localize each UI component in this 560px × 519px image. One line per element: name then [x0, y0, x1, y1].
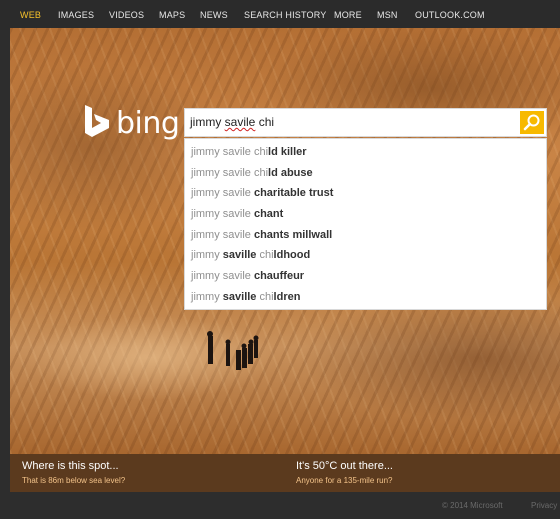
suggestion-completion: chants millwall: [253, 229, 333, 241]
hikers-group-image: [207, 331, 259, 370]
suggestion-item[interactable]: jimmy savile chants millwall: [191, 229, 332, 241]
nav-web[interactable]: WEB: [20, 10, 41, 20]
suggestion-completion: chauffeur: [253, 270, 305, 282]
nav-more[interactable]: MORE: [334, 10, 362, 20]
copyright-text: © 2014 Microsoft: [442, 501, 503, 510]
suggestion-typed: jimmy: [191, 291, 223, 303]
caption-right-link[interactable]: Anyone for a 135-mile run?: [296, 476, 393, 485]
search-button[interactable]: [520, 111, 544, 134]
hotspot-captions: Where is this spot... That is 86m below …: [10, 454, 560, 492]
suggestion-item[interactable]: jimmy savile child killer: [191, 146, 307, 158]
suggestion-item[interactable]: jimmy saville childhood: [191, 249, 310, 261]
suggestion-typed: jimmy savile chi: [191, 146, 269, 158]
footer: © 2014 Microsoft Privacy: [0, 492, 560, 519]
caption-left-title[interactable]: Where is this spot...: [22, 460, 119, 472]
suggestion-item[interactable]: jimmy savile chauffeur: [191, 270, 304, 282]
suggestion-typed: chi: [256, 291, 274, 303]
suggestion-completion: saville: [222, 291, 257, 303]
nav-videos[interactable]: VIDEOS: [109, 10, 144, 20]
caption-right-title[interactable]: It's 50°C out there...: [296, 460, 393, 472]
nav-msn[interactable]: MSN: [377, 10, 398, 20]
suggestion-completion: ld killer: [268, 146, 307, 158]
search-text-misspelled: savile: [224, 115, 256, 129]
suggestion-item[interactable]: jimmy savile chant: [191, 208, 283, 220]
suggestion-completion: chant: [253, 208, 284, 220]
autosuggest-list: jimmy savile child killer jimmy savile c…: [184, 138, 547, 310]
suggestion-item[interactable]: jimmy saville children: [191, 291, 300, 303]
search-text-suffix: chi: [255, 115, 275, 129]
suggestion-typed: jimmy savile chi: [191, 167, 269, 179]
suggestion-completion: ldren: [273, 291, 301, 303]
search-icon: [523, 114, 540, 131]
nav-images[interactable]: IMAGES: [58, 10, 94, 20]
bing-logo-icon: [85, 105, 109, 137]
suggestion-typed: jimmy savile: [191, 187, 254, 199]
nav-outlook[interactable]: OUTLOOK.COM: [415, 10, 485, 20]
suggestion-completion: ldhood: [273, 249, 311, 261]
suggestion-item[interactable]: jimmy savile child abuse: [191, 167, 313, 179]
nav-maps[interactable]: MAPS: [159, 10, 185, 20]
suggestion-completion: charitable trust: [253, 187, 334, 199]
suggestion-item[interactable]: jimmy savile charitable trust: [191, 187, 333, 199]
bing-logo-text: bing: [116, 106, 180, 141]
suggestion-typed: jimmy savile: [191, 229, 254, 241]
search-input[interactable]: jimmy savile chi: [190, 115, 274, 129]
suggestion-completion: ld abuse: [268, 167, 313, 179]
top-navigation: WEB IMAGES VIDEOS MAPS NEWS SEARCH HISTO…: [0, 0, 560, 30]
suggestion-typed: jimmy savile: [191, 208, 254, 220]
search-text-prefix: jimmy: [190, 115, 225, 129]
nav-search-history[interactable]: SEARCH HISTORY: [244, 10, 327, 20]
privacy-link[interactable]: Privacy: [531, 501, 557, 510]
suggestion-typed: jimmy: [191, 249, 223, 261]
suggestion-typed: jimmy savile: [191, 270, 254, 282]
suggestion-typed: chi: [256, 249, 274, 261]
caption-left-link[interactable]: That is 86m below sea level?: [22, 476, 125, 485]
suggestion-completion: saville: [222, 249, 257, 261]
search-box: jimmy savile chi: [184, 108, 547, 137]
nav-news[interactable]: NEWS: [200, 10, 228, 20]
